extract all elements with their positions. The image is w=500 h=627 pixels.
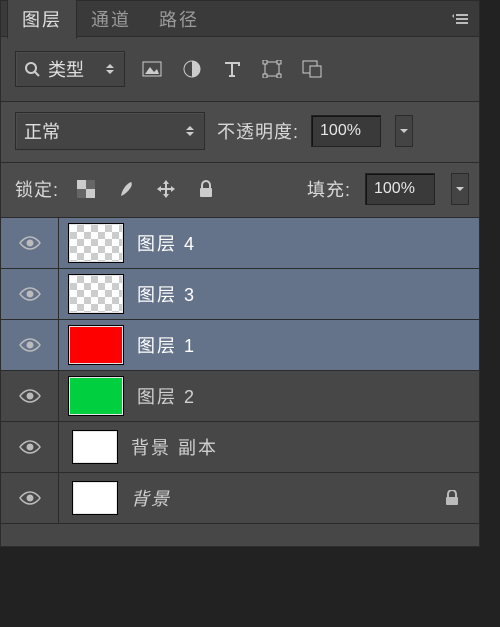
chevron-updown-icon	[186, 126, 194, 136]
tab-layers[interactable]: 图层	[7, 0, 77, 39]
layer-thumbnail[interactable]	[73, 482, 117, 514]
panel-menu-icon[interactable]	[447, 10, 473, 28]
opacity-dropdown-arrow[interactable]	[395, 115, 413, 147]
lock-position-icon[interactable]	[153, 176, 179, 202]
filter-pixel-icon[interactable]	[139, 56, 165, 82]
blend-mode-value: 正常	[24, 118, 60, 144]
layer-row[interactable]: 图层 3	[1, 269, 479, 320]
blend-mode-row: 正常 不透明度: 100%	[1, 102, 479, 163]
visibility-eye-icon[interactable]	[1, 371, 59, 421]
lock-row: 锁定: 填充: 100%	[1, 163, 479, 218]
lock-transparency-icon[interactable]	[73, 176, 99, 202]
fill-input[interactable]: 100%	[365, 173, 435, 205]
search-icon	[24, 61, 40, 77]
opacity-input[interactable]: 100%	[311, 115, 381, 147]
visibility-eye-icon[interactable]	[1, 320, 59, 370]
filter-kind-label: 类型	[48, 56, 84, 82]
chevron-updown-icon	[106, 64, 114, 74]
lock-paint-icon[interactable]	[113, 176, 139, 202]
opacity-label: 不透明度:	[217, 118, 299, 144]
filter-kind-dropdown[interactable]: 类型	[15, 51, 125, 87]
layer-lock-icon[interactable]	[445, 490, 459, 506]
tab-channels[interactable]: 通道	[77, 0, 145, 38]
layer-name-label[interactable]: 图层 2	[137, 383, 196, 409]
layer-thumbnail[interactable]	[73, 431, 117, 463]
filter-shape-icon[interactable]	[259, 56, 285, 82]
tab-paths[interactable]: 路径	[145, 0, 213, 38]
fill-dropdown-arrow[interactable]	[451, 173, 469, 205]
layer-name-label[interactable]: 背景	[131, 485, 171, 511]
filter-adjustment-icon[interactable]	[179, 56, 205, 82]
opacity-value: 100%	[320, 122, 361, 140]
panel-tabbar: 图层 通道 路径	[1, 1, 479, 37]
filter-type-icon[interactable]	[219, 56, 245, 82]
visibility-eye-icon[interactable]	[1, 473, 59, 523]
fill-value: 100%	[374, 180, 415, 198]
layer-thumbnail[interactable]	[69, 326, 123, 364]
fill-label: 填充:	[307, 176, 351, 202]
layer-name-label[interactable]: 图层 4	[137, 230, 196, 256]
layer-row[interactable]: 图层 1	[1, 320, 479, 371]
lock-all-icon[interactable]	[193, 176, 219, 202]
layer-name-label[interactable]: 图层 1	[137, 332, 196, 358]
layer-row[interactable]: 图层 4	[1, 218, 479, 269]
layer-name-label[interactable]: 背景 副本	[131, 434, 218, 460]
layer-list: 图层 4 图层 3 图层 1 图层 2 背景 副本背景	[1, 218, 479, 524]
layer-thumbnail[interactable]	[69, 377, 123, 415]
layer-row[interactable]: 背景 副本	[1, 422, 479, 473]
lock-label: 锁定:	[15, 176, 59, 202]
layer-filter-row: 类型	[1, 37, 479, 102]
visibility-eye-icon[interactable]	[1, 269, 59, 319]
layers-panel: 图层 通道 路径 类型	[0, 0, 480, 547]
visibility-eye-icon[interactable]	[1, 422, 59, 472]
visibility-eye-icon[interactable]	[1, 218, 59, 268]
blend-mode-dropdown[interactable]: 正常	[15, 112, 205, 150]
layer-row[interactable]: 图层 2	[1, 371, 479, 422]
layer-thumbnail[interactable]	[69, 275, 123, 313]
layer-row[interactable]: 背景	[1, 473, 479, 524]
layer-name-label[interactable]: 图层 3	[137, 281, 196, 307]
filter-smartobject-icon[interactable]	[299, 56, 325, 82]
layer-thumbnail[interactable]	[69, 224, 123, 262]
